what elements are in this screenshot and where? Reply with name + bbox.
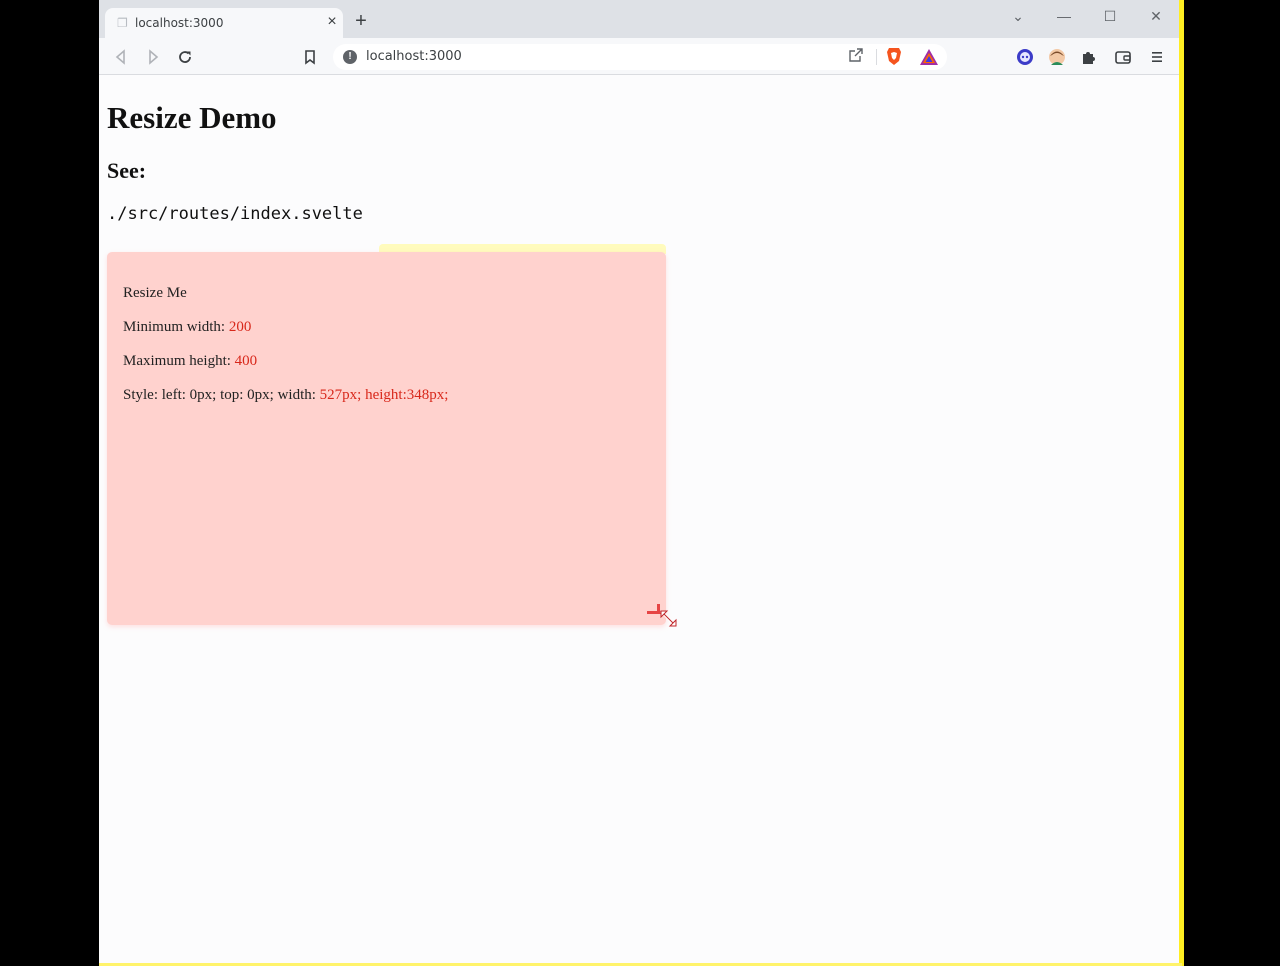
see-heading: See: bbox=[107, 158, 147, 183]
minimize-button[interactable]: — bbox=[1050, 4, 1078, 28]
wallet-icon[interactable] bbox=[1113, 47, 1133, 67]
tab-strip: ❐ localhost:3000 × + ⌄ — ☐ ✕ bbox=[99, 0, 1180, 38]
source-path: ./src/routes/index.svelte bbox=[107, 204, 363, 224]
tab-title: localhost:3000 bbox=[135, 16, 224, 30]
resize-cursor-icon bbox=[659, 609, 679, 629]
tab-search-dropdown-icon[interactable]: ⌄ bbox=[1004, 4, 1032, 28]
address-bar-divider bbox=[876, 49, 877, 65]
share-icon[interactable] bbox=[847, 48, 865, 66]
bookmark-icon[interactable] bbox=[299, 46, 321, 68]
window-edge-highlight bbox=[1179, 0, 1184, 966]
site-info-icon[interactable]: ! bbox=[343, 50, 357, 64]
maximize-button[interactable]: ☐ bbox=[1096, 4, 1124, 28]
resizable-box[interactable]: Resize Me Minimum width: 200 Maximum hei… bbox=[107, 252, 666, 625]
style-mid: px; height: bbox=[342, 387, 407, 403]
browser-window: ❐ localhost:3000 × + ⌄ — ☐ ✕ ! localhost… bbox=[99, 0, 1180, 966]
url-text[interactable]: localhost:3000 bbox=[366, 49, 462, 65]
profile-avatar-icon[interactable] bbox=[1047, 47, 1067, 67]
back-icon[interactable] bbox=[110, 46, 132, 68]
address-bar[interactable]: ! localhost:3000 bbox=[333, 44, 947, 70]
style-width-value: 527 bbox=[319, 387, 343, 403]
style-prefix: Style: left: 0px; top: 0px; width: bbox=[123, 387, 320, 403]
tab-localhost[interactable]: ❐ localhost:3000 × bbox=[105, 8, 343, 38]
box-title: Resize Me bbox=[123, 285, 187, 301]
max-height-line: Maximum height: 400 bbox=[123, 352, 257, 370]
min-width-line: Minimum width: 200 bbox=[123, 318, 251, 336]
new-tab-button[interactable]: + bbox=[351, 11, 371, 31]
style-height-value: 348 bbox=[406, 387, 430, 403]
brave-shield-icon[interactable] bbox=[886, 47, 902, 66]
forward-icon[interactable] bbox=[142, 46, 164, 68]
max-height-value: 400 bbox=[234, 353, 258, 369]
browser-toolbar: ! localhost:3000 bbox=[99, 38, 1180, 75]
tab-close-icon[interactable]: × bbox=[323, 13, 341, 31]
min-width-label: Minimum width: bbox=[123, 319, 229, 335]
extension-avatar-icon[interactable] bbox=[1015, 47, 1035, 67]
style-suffix: px; bbox=[429, 387, 449, 403]
max-height-label: Maximum height: bbox=[123, 353, 235, 369]
puzzle-extensions-icon[interactable] bbox=[1079, 47, 1099, 67]
min-width-value: 200 bbox=[228, 319, 252, 335]
page-title: Resize Demo bbox=[107, 100, 277, 135]
reload-icon[interactable] bbox=[174, 46, 196, 68]
menu-icon[interactable] bbox=[1147, 47, 1167, 67]
brave-rewards-icon[interactable] bbox=[919, 48, 939, 66]
close-window-button[interactable]: ✕ bbox=[1142, 4, 1170, 28]
page-favicon-icon: ❐ bbox=[117, 16, 128, 30]
page-content: Resize Demo See: ./src/routes/index.svel… bbox=[99, 76, 1180, 963]
style-line: Style: left: 0px; top: 0px; width: 527px… bbox=[123, 386, 448, 404]
